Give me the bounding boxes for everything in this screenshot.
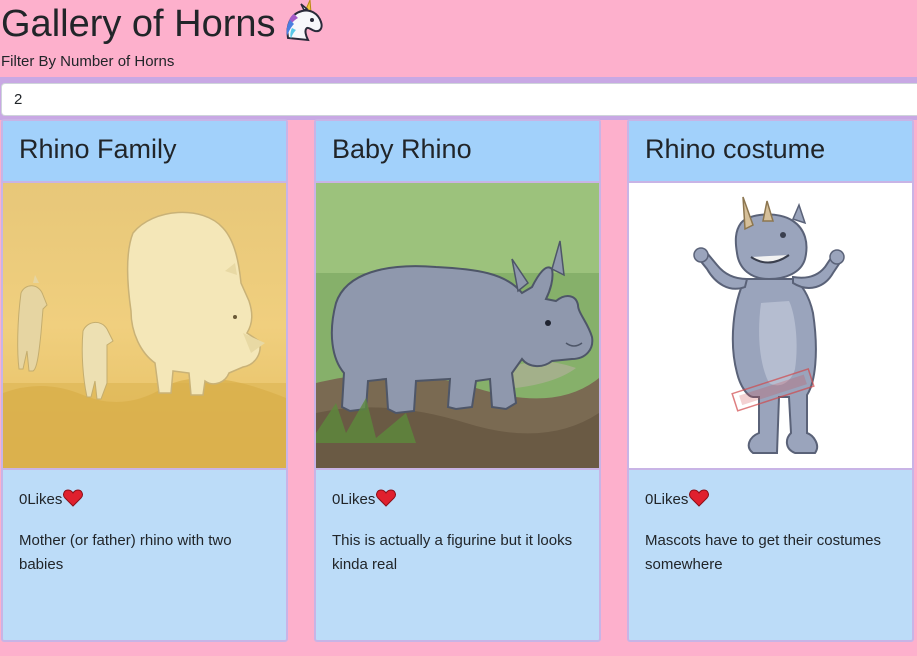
rhino-family-image[interactable] [3, 183, 286, 470]
card-description: Mother (or father) rhino with two babies [19, 532, 232, 573]
filter-label: Filter By Number of Horns [1, 53, 175, 70]
heart-icon [376, 489, 397, 514]
likes-counter[interactable]: 0Likes [645, 489, 710, 514]
rhino-costume-image[interactable] [629, 183, 912, 470]
card-title: Rhino costume [645, 134, 826, 164]
card-description: Mascots have to get their costumes somew… [645, 532, 881, 573]
card-description: This is actually a figurine but it looks… [332, 532, 573, 573]
likes-text: 0Likes [332, 491, 376, 508]
baby-rhino-image[interactable] [316, 183, 599, 470]
page-title: Gallery of Horns [1, 0, 326, 53]
card-header: Baby Rhino [316, 121, 599, 183]
card-header: Rhino costume [629, 121, 912, 183]
likes-counter[interactable]: 0Likes [332, 489, 397, 514]
page-title-text: Gallery of Horns [1, 3, 276, 45]
unicorn-icon [280, 0, 326, 53]
likes-text: 0Likes [19, 491, 63, 508]
horns-filter-input[interactable] [1, 83, 917, 116]
card-title: Rhino Family [19, 134, 177, 164]
heart-icon [63, 489, 84, 514]
gallery-card: Rhino costume 0Likes Mascots have to get… [627, 119, 914, 642]
gallery-card: Rhino Family 0Likes Mother (or father) r… [1, 119, 288, 642]
card-header: Rhino Family [3, 121, 286, 183]
card-title: Baby Rhino [332, 134, 472, 164]
page-header: Gallery of Horns Filter By Number of Hor… [0, 0, 917, 77]
heart-icon [689, 489, 710, 514]
likes-counter[interactable]: 0Likes [19, 489, 84, 514]
likes-text: 0Likes [645, 491, 689, 508]
gallery-card: Baby Rhino 0Likes This is actually a fig… [314, 119, 601, 642]
